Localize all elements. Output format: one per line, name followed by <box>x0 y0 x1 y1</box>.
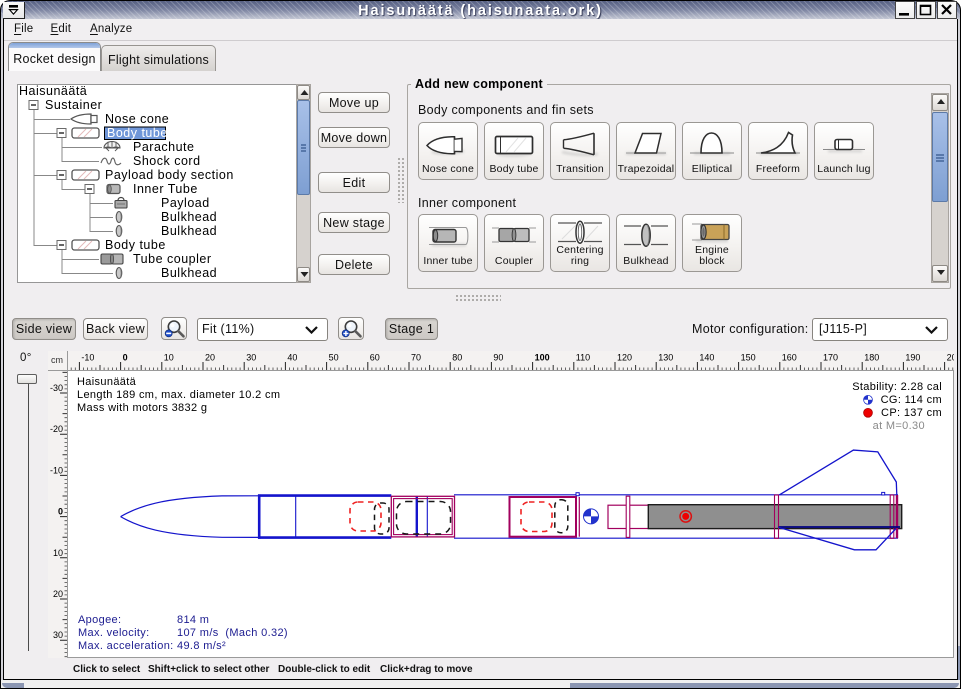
svg-text:Bulkhead: Bulkhead <box>161 224 217 238</box>
svg-text:Bulkhead: Bulkhead <box>161 210 217 224</box>
svg-text:Tube coupler: Tube coupler <box>133 252 212 266</box>
svg-text:Inner Tube: Inner Tube <box>133 182 198 196</box>
svg-text:130: 130 <box>658 353 673 363</box>
svg-text:160: 160 <box>782 353 797 363</box>
svg-text:-20: -20 <box>50 424 63 434</box>
svg-text:Payload: Payload <box>161 196 210 210</box>
svg-text:-10: -10 <box>50 465 63 475</box>
svg-text:80: 80 <box>452 353 462 363</box>
svg-text:40: 40 <box>287 353 297 363</box>
svg-text:110: 110 <box>576 353 590 363</box>
svg-text:Haisunäätä: Haisunäätä <box>19 85 87 98</box>
svg-text:30: 30 <box>246 353 256 363</box>
svg-text:120: 120 <box>617 353 632 363</box>
svg-text:Nose cone: Nose cone <box>105 112 169 126</box>
svg-text:0: 0 <box>58 507 63 517</box>
svg-text:200: 200 <box>947 353 954 363</box>
svg-text:Sustainer: Sustainer <box>45 98 102 112</box>
svg-text:20: 20 <box>53 589 63 599</box>
svg-text:30: 30 <box>53 630 63 640</box>
svg-text:150: 150 <box>741 353 756 363</box>
svg-text:100: 100 <box>535 353 550 363</box>
svg-text:Payload body section: Payload body section <box>105 168 234 182</box>
svg-text:70: 70 <box>411 353 421 363</box>
svg-text:190: 190 <box>905 353 920 363</box>
svg-text:-30: -30 <box>50 383 63 393</box>
svg-text:180: 180 <box>864 353 879 363</box>
svg-text:140: 140 <box>699 353 714 363</box>
svg-text:170: 170 <box>823 353 838 363</box>
svg-text:Body tube: Body tube <box>107 126 168 140</box>
svg-text:10: 10 <box>53 548 63 558</box>
svg-text:Parachute: Parachute <box>133 140 194 154</box>
svg-text:90: 90 <box>493 353 503 363</box>
svg-text:10: 10 <box>164 353 174 363</box>
svg-text:-10: -10 <box>81 353 94 363</box>
svg-text:20: 20 <box>205 353 215 363</box>
svg-text:Bulkhead: Bulkhead <box>161 266 217 280</box>
svg-text:50: 50 <box>329 353 339 363</box>
svg-text:Body tube: Body tube <box>105 238 166 252</box>
svg-text:60: 60 <box>370 353 380 363</box>
svg-text:Shock cord: Shock cord <box>133 154 201 168</box>
svg-text:0: 0 <box>123 353 128 363</box>
